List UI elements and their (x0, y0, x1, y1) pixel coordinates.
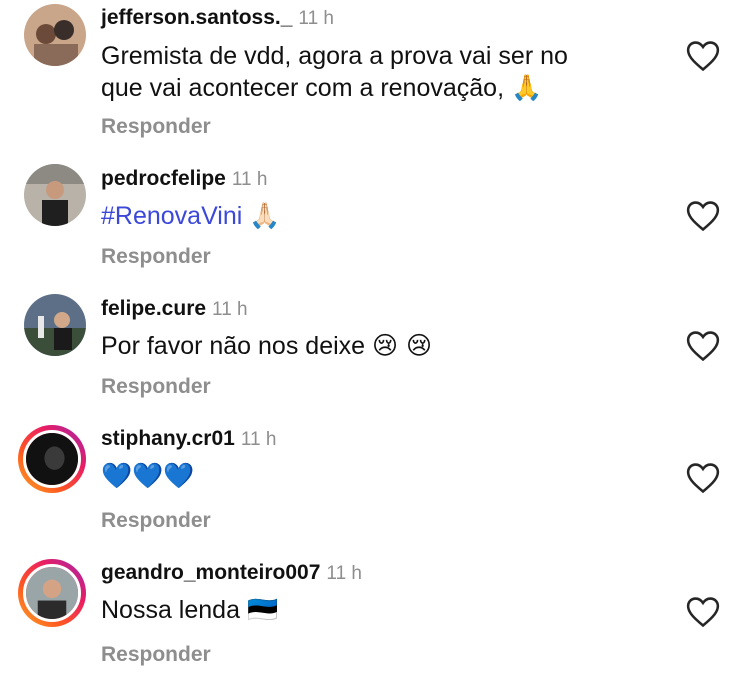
reply-button[interactable]: Responder (101, 509, 211, 533)
username[interactable]: felipe.cure (101, 297, 206, 320)
reply-button[interactable]: Responder (101, 375, 211, 399)
username[interactable]: pedrocfelipe (101, 167, 226, 190)
heart-icon[interactable] (686, 596, 720, 628)
comment-header: stiphany.cr01 11 h (101, 427, 276, 451)
comment-header: felipe.cure 11 h (101, 297, 248, 321)
comment-text: Nossa lenda 🇪🇪 (101, 594, 278, 626)
comment-item: pedrocfelipe 11 h #RenovaVini 🙏🏻 Responde… (0, 162, 756, 282)
comment-text-line: que vai acontecer com a renovação, 🙏 (101, 72, 568, 104)
username[interactable]: jefferson.santoss._ (101, 6, 292, 29)
avatar-story-ring[interactable] (18, 559, 86, 627)
heart-icon[interactable] (686, 200, 720, 232)
comment-header: geandro_monteiro007 11 h (101, 561, 362, 585)
comment-item: geandro_monteiro007 11 h Nossa lenda 🇪🇪 R… (0, 556, 756, 675)
avatar (23, 564, 81, 622)
comment-text-line: Gremista de vdd, agora a prova vai ser n… (101, 42, 568, 70)
hashtag-link[interactable]: #RenovaVini (101, 202, 242, 230)
avatar-story-ring[interactable] (18, 425, 86, 493)
heart-icon[interactable] (686, 40, 720, 72)
comment-header: pedrocfelipe 11 h (101, 167, 267, 191)
heart-icon[interactable] (686, 330, 720, 362)
timestamp: 11 h (231, 169, 268, 190)
reply-button[interactable]: Responder (101, 245, 211, 269)
comment-text-part: Por favor não nos deixe (101, 332, 366, 360)
comment-text: Gremista de vdd, agora a prova vai ser n… (101, 40, 568, 104)
comment-header: jefferson.santoss._ 11 h (101, 6, 334, 30)
comment-text: #RenovaVini 🙏🏻 (101, 200, 280, 232)
avatar (23, 430, 81, 488)
comment-text: 💙💙💙 (101, 461, 195, 490)
timestamp: 11 h (212, 299, 248, 320)
timestamp: 11 h (326, 563, 362, 584)
comment-item: stiphany.cr01 11 h 💙💙💙 Responder (0, 422, 756, 542)
timestamp: 11 h (240, 429, 277, 450)
avatar[interactable] (24, 4, 86, 66)
comment-text-part: Nossa lenda (101, 596, 240, 624)
reply-button[interactable]: Responder (101, 115, 211, 139)
username[interactable]: geandro_monteiro007 (101, 561, 320, 584)
username[interactable]: stiphany.cr01 (101, 427, 235, 450)
avatar[interactable] (24, 294, 86, 356)
heart-icon[interactable] (686, 462, 720, 494)
comment-item: felipe.cure 11 h Por favor não nos deixe … (0, 292, 756, 412)
timestamp: 11 h (298, 8, 334, 29)
emoji: 😢 😢 (372, 331, 433, 360)
reply-button[interactable]: Responder (101, 643, 211, 667)
comment-text-part: que vai acontecer com a renovação, (101, 74, 505, 102)
avatar[interactable] (24, 164, 86, 226)
emoji: 🙏🏻 (249, 201, 281, 230)
comment-text: Por favor não nos deixe 😢 😢 (101, 330, 432, 362)
emoji: 🙏 (510, 73, 543, 102)
emoji: 🇪🇪 (246, 595, 279, 624)
comment-item: jefferson.santoss._ 11 h Gremista de vdd,… (0, 0, 756, 150)
